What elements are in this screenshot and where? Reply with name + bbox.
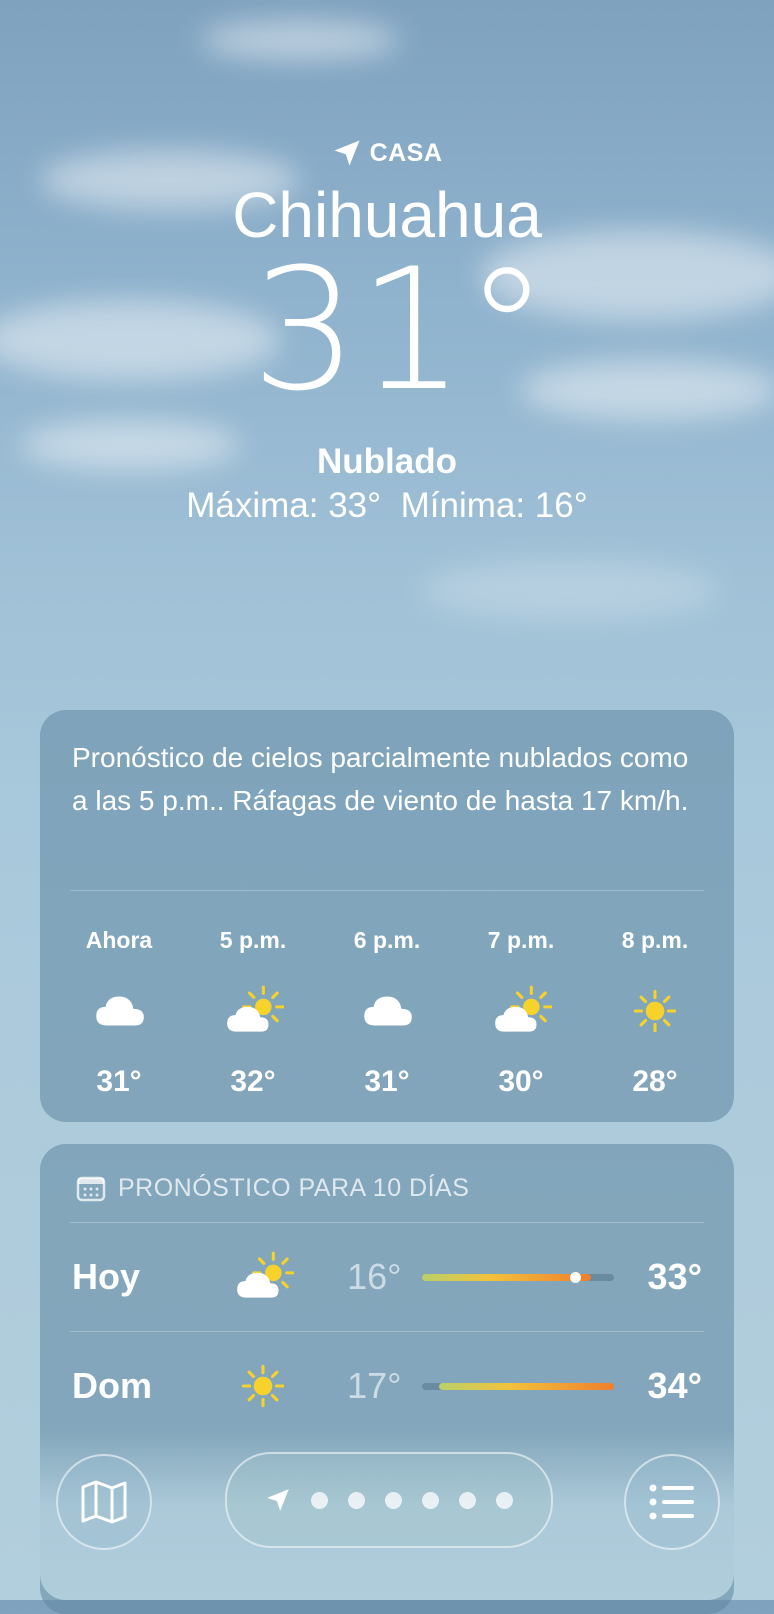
location-label-row: CASA	[0, 138, 774, 168]
daily-list: Hoy 16° 33° Dom 17° 34°	[40, 1223, 734, 1440]
temperature-range-bar	[421, 1271, 614, 1283]
hour-temp: 31°	[364, 1065, 410, 1098]
location-header: CASA Chihuahua 31° Nublado Máxima: 33° M…	[0, 138, 774, 526]
page-dot[interactable]	[348, 1491, 365, 1509]
high-low: Máxima: 33° Mínima: 16°	[0, 486, 774, 526]
hour-label: 7 p.m.	[487, 927, 555, 953]
hour-temp: 32°	[230, 1065, 276, 1098]
current-location-page-icon[interactable]	[265, 1487, 291, 1513]
temperature-range-fill	[438, 1382, 614, 1390]
forecast-summary: Pronóstico de cielos parcialmente nublad…	[72, 742, 689, 816]
page-dots[interactable]	[311, 1491, 513, 1509]
current-condition: Nublado	[317, 442, 457, 481]
location-label: CASA	[369, 138, 443, 167]
day-name: Hoy	[72, 1256, 141, 1297]
map-button[interactable]	[56, 1454, 152, 1550]
partly-sunny-icon	[454, 965, 588, 1057]
hourly-list[interactable]: Ahora 31° 5 p.m. 32° 6 p.m. 31° 7 p.m. 30° 8 p.m…	[40, 891, 734, 1099]
hour-label: Ahora	[85, 927, 153, 953]
hour-label: 5 p.m.	[219, 927, 287, 953]
cloud-icon	[52, 965, 186, 1057]
high-temp: Máxima: 33°	[186, 486, 382, 525]
hour-temp: 31°	[96, 1065, 142, 1098]
cloud-icon	[320, 965, 454, 1057]
hour-item: 8 p.m. 28°	[588, 891, 722, 1099]
hour-temp: 30°	[498, 1065, 544, 1098]
day-row[interactable]: Dom 17° 34°	[40, 1332, 734, 1440]
page-dot[interactable]	[311, 1491, 328, 1509]
partly-sunny-icon	[186, 965, 320, 1057]
page-dot[interactable]	[385, 1491, 402, 1509]
hour-item: Ahora 31°	[52, 891, 186, 1099]
hour-temp: 28°	[632, 1065, 678, 1098]
page-dot[interactable]	[496, 1491, 513, 1509]
day-low: 16°	[347, 1256, 402, 1297]
locations-list-button[interactable]	[624, 1454, 720, 1550]
day-low: 17°	[347, 1365, 402, 1406]
hour-item: 5 p.m. 32°	[186, 891, 320, 1099]
low-temp: Mínima: 16°	[400, 486, 588, 525]
current-temperature: 31°	[251, 232, 549, 428]
current-temp-marker	[570, 1271, 582, 1283]
hour-label: 6 p.m.	[353, 927, 421, 953]
day-row[interactable]: Hoy 16° 33°	[40, 1223, 734, 1332]
map-icon	[81, 1480, 127, 1524]
location-arrow-icon	[334, 140, 360, 166]
day-high: 33°	[647, 1256, 702, 1297]
partly-sunny-icon	[219, 1246, 307, 1308]
hour-item: 7 p.m. 30°	[454, 891, 588, 1099]
hour-item: 6 p.m. 31°	[320, 891, 454, 1099]
ten-day-header: PRONÓSTICO PARA 10 DÍAS	[40, 1144, 734, 1208]
day-name: Dom	[72, 1365, 152, 1406]
hourly-forecast-card[interactable]: Pronóstico de cielos parcialmente nublad…	[40, 710, 734, 1122]
location-pager[interactable]	[225, 1452, 553, 1548]
ten-day-title: PRONÓSTICO PARA 10 DÍAS	[118, 1173, 470, 1202]
list-icon	[649, 1484, 694, 1520]
hour-label: 8 p.m.	[621, 927, 689, 953]
day-high: 34°	[647, 1365, 702, 1406]
temperature-range-bar	[421, 1382, 614, 1390]
page-dot[interactable]	[459, 1491, 476, 1509]
temperature-range-fill	[421, 1273, 591, 1281]
sun-icon	[588, 965, 722, 1057]
sun-icon	[219, 1355, 307, 1417]
calendar-icon	[76, 1176, 106, 1202]
page-dot[interactable]	[422, 1491, 439, 1509]
